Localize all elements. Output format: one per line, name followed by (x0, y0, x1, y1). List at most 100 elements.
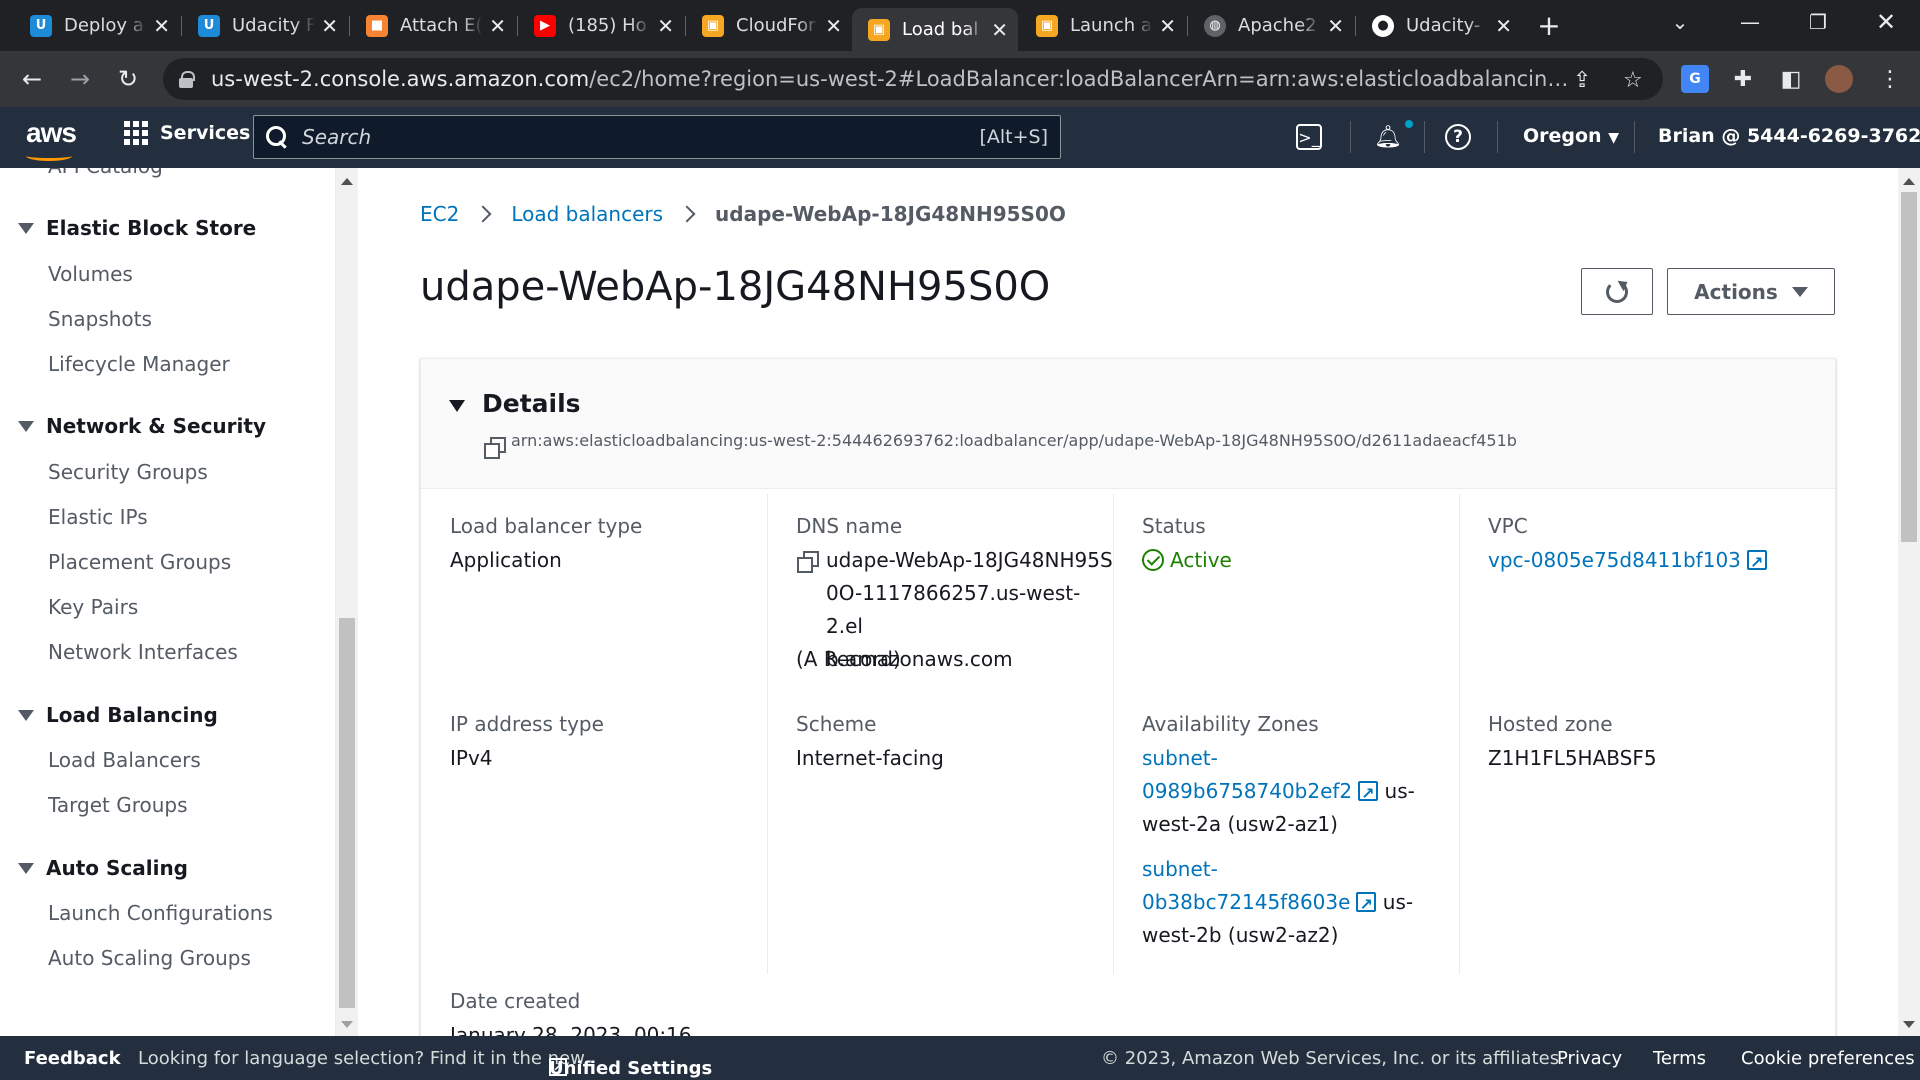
sidebar-item-snapshots[interactable]: Snapshots (48, 307, 152, 331)
sidebar-item-target-groups[interactable]: Target Groups (48, 793, 188, 817)
restore-button[interactable]: ❐ (1788, 0, 1848, 43)
close-icon[interactable]: ✕ (489, 14, 506, 38)
side-panel-icon[interactable]: ◧ (1777, 65, 1805, 93)
notifications-bell-icon[interactable]: 🔔︎ (1372, 121, 1404, 153)
vpc-link[interactable]: vpc-0805e75d8411bf103 (1488, 544, 1767, 579)
account-menu[interactable]: Brian @ 5444-6269-3762 ▼ (1658, 125, 1920, 147)
back-button[interactable]: ← (12, 59, 52, 99)
share-icon[interactable]: ⇪ (1573, 68, 1591, 93)
sidebar-item-volumes[interactable]: Volumes (48, 262, 133, 286)
close-icon[interactable]: ✕ (321, 14, 338, 38)
scroll-down-arrow-icon[interactable] (341, 1021, 353, 1028)
breadcrumb-current: udape-WebAp-18JG48NH95S0O (715, 202, 1066, 226)
close-icon[interactable]: ✕ (1327, 14, 1344, 38)
close-icon[interactable]: ✕ (991, 18, 1008, 42)
aws-cube-icon: ■ (366, 14, 388, 37)
details-header[interactable]: Details arn:aws:elasticloadbalancing:us-… (421, 359, 1835, 489)
subnet-2-link[interactable]: subnet- (1142, 853, 1442, 886)
aws-logo[interactable]: aws (26, 117, 77, 149)
copy-icon[interactable] (797, 551, 819, 573)
sidebar-item-security-groups[interactable]: Security Groups (48, 460, 208, 484)
help-icon[interactable]: ? (1445, 124, 1471, 150)
sidebar-item-auto-scaling-groups[interactable]: Auto Scaling Groups (48, 946, 251, 970)
search-box[interactable]: [Alt+S] (253, 115, 1061, 159)
close-icon[interactable]: ✕ (1495, 14, 1512, 38)
notification-dot (1405, 120, 1413, 128)
sidebar-item-elastic-ips[interactable]: Elastic IPs (48, 505, 148, 529)
scroll-down-arrow-icon[interactable] (1903, 1021, 1915, 1028)
browser-tab[interactable]: ▣ Launch a ✕ (1020, 8, 1186, 43)
breadcrumb-ec2[interactable]: EC2 (420, 202, 459, 226)
extensions-puzzle-icon[interactable]: ✚ (1729, 65, 1757, 93)
close-icon[interactable]: ✕ (825, 14, 842, 38)
browser-tab[interactable]: ◍ Apache2 ✕ (1188, 8, 1354, 43)
browser-tab-active[interactable]: ▣ Load bal ✕ (852, 8, 1018, 51)
cookie-preferences-link[interactable]: Cookie preferences (1741, 1048, 1915, 1069)
sidebar-item-placement-groups[interactable]: Placement Groups (48, 550, 231, 574)
sidebar-section-load-balancing[interactable]: Load Balancing (18, 703, 218, 727)
actions-label: Actions (1694, 279, 1778, 304)
close-window-button[interactable]: ✕ (1856, 0, 1916, 43)
search-input[interactable] (302, 125, 980, 149)
browser-menu-icon[interactable]: ⋮ (1876, 65, 1904, 93)
forward-button[interactable]: → (60, 59, 100, 99)
bookmark-star-icon[interactable]: ☆ (1623, 68, 1643, 93)
dns-record-type: (A Record) (796, 647, 901, 671)
copy-icon[interactable] (484, 437, 506, 459)
subnet-1-link[interactable]: 0989b6758740b2ef2 (1142, 779, 1352, 803)
privacy-link[interactable]: Privacy (1557, 1048, 1622, 1069)
subnet-1-link[interactable]: subnet- (1142, 742, 1442, 775)
browser-tab[interactable]: ▣ CloudFor ✕ (686, 8, 852, 43)
external-link-icon (1358, 777, 1379, 810)
tab-search-icon[interactable]: ⌄ (1650, 0, 1710, 43)
browser-tab[interactable]: ● Udacity- ✕ (1356, 8, 1522, 43)
sidebar-item-load-balancers[interactable]: Load Balancers (48, 748, 201, 772)
address-bar[interactable]: us-west-2.console.aws.amazon.com/ec2/hom… (163, 58, 1663, 100)
cloudshell-icon[interactable]: >_ (1296, 124, 1322, 150)
reload-button[interactable]: ↻ (108, 59, 148, 99)
sidebar-item-network-interfaces[interactable]: Network Interfaces (48, 640, 238, 664)
globe-icon: ◍ (1204, 14, 1226, 37)
new-tab-button[interactable]: + (1519, 4, 1579, 47)
profile-avatar[interactable] (1825, 65, 1853, 93)
sidebar-section-network-security[interactable]: Network & Security (18, 414, 266, 438)
scroll-up-arrow-icon[interactable] (1903, 178, 1915, 185)
refresh-button[interactable] (1581, 268, 1653, 315)
sidebar-section-auto-scaling[interactable]: Auto Scaling (18, 856, 188, 880)
browser-tab[interactable]: ■ Attach E( ✕ (350, 8, 516, 43)
collapse-triangle-icon[interactable] (449, 400, 465, 412)
feedback-link[interactable]: Feedback (24, 1048, 121, 1069)
browser-tab[interactable]: ▶ (185) Ho ✕ (518, 8, 684, 43)
scrollbar-thumb[interactable] (339, 618, 355, 1008)
region-selector[interactable]: Oregon ▼ (1523, 125, 1619, 147)
arn-text: arn:aws:elasticloadbalancing:us-west-2:5… (511, 431, 1517, 450)
subnet-2-link[interactable]: 0b38bc72145f8603e (1142, 890, 1350, 914)
chevron-right-icon (474, 205, 492, 223)
scrollbar-thumb[interactable] (1901, 192, 1917, 542)
external-link-icon (1746, 546, 1767, 579)
status-label: Status (1142, 514, 1206, 538)
close-icon[interactable]: ✕ (657, 14, 674, 38)
services-menu-button[interactable]: Services (124, 121, 250, 145)
browser-tab[interactable]: U Udacity F ✕ (182, 8, 348, 43)
url-text[interactable]: us-west-2.console.aws.amazon.com/ec2/hom… (211, 67, 1581, 91)
actions-button[interactable]: Actions (1667, 268, 1835, 315)
sidebar-item-key-pairs[interactable]: Key Pairs (48, 595, 138, 619)
date-created-value: January 28, 2023, 00:16 (450, 1023, 692, 1036)
udacity-icon: U (198, 14, 220, 37)
sidebar-section-elastic-block-store[interactable]: Elastic Block Store (18, 216, 256, 240)
sidebar-item-launch-configurations[interactable]: Launch Configurations (48, 901, 273, 925)
main-content: EC2 Load balancers udape-WebAp-18JG48NH9… (358, 168, 1898, 1036)
close-icon[interactable]: ✕ (153, 14, 170, 38)
minimize-button[interactable]: — (1720, 0, 1780, 43)
terms-link[interactable]: Terms (1653, 1048, 1706, 1069)
close-icon[interactable]: ✕ (1159, 14, 1176, 38)
sidebar-scrollbar[interactable] (336, 168, 358, 1036)
main-scrollbar[interactable] (1898, 168, 1920, 1036)
sidebar-item-lifecycle-manager[interactable]: Lifecycle Manager (48, 352, 230, 376)
browser-tab[interactable]: U Deploy a ✕ (14, 8, 180, 43)
translate-extension-icon[interactable]: G (1681, 65, 1709, 93)
sidebar-item-api-catalog[interactable]: API Catalog (48, 168, 163, 178)
scroll-up-arrow-icon[interactable] (341, 178, 353, 185)
breadcrumb-load-balancers[interactable]: Load balancers (511, 202, 663, 226)
